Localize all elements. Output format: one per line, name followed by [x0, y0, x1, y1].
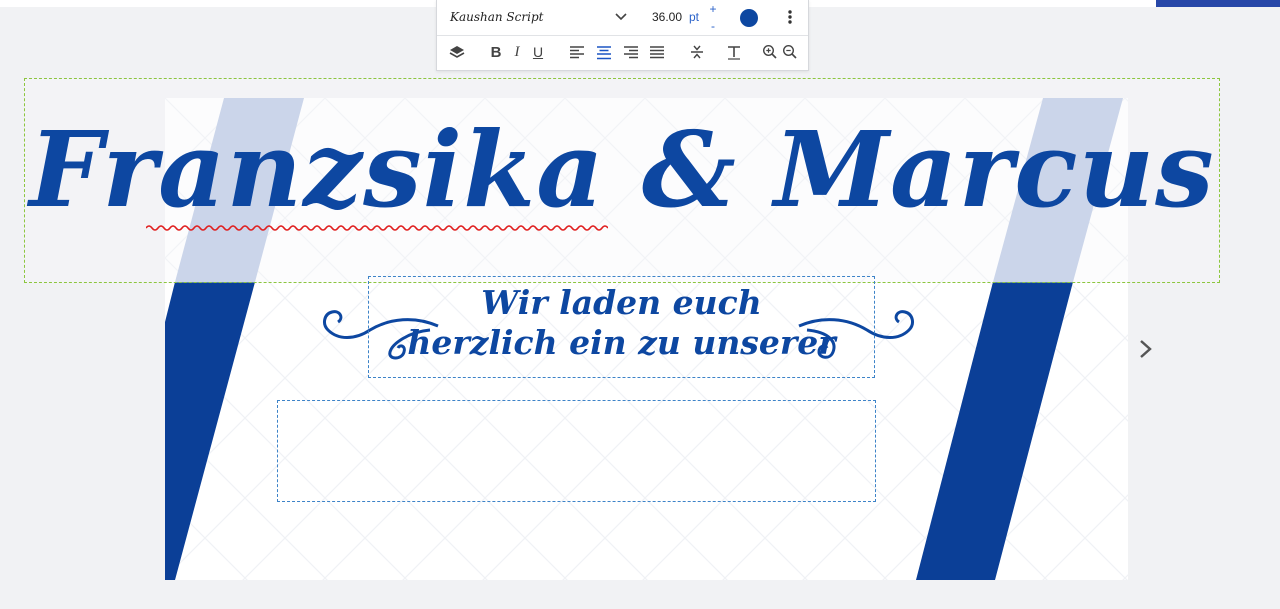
toolbar-row-format: B I U — [437, 35, 808, 70]
chevron-right-icon[interactable] — [1136, 338, 1156, 360]
font-size-unit: pt — [689, 10, 700, 24]
subtitle-line-2: herzlich ein zu unserer — [407, 323, 836, 362]
subtitle-line-1: Wir laden euch — [481, 283, 762, 322]
layers-icon[interactable] — [448, 43, 466, 61]
more-vertical-icon[interactable] — [783, 8, 797, 26]
font-family-select[interactable]: Kaushan Script — [450, 10, 543, 24]
zoom-in-icon[interactable] — [761, 43, 779, 61]
align-right-icon[interactable] — [622, 43, 640, 61]
font-size-decrease-button[interactable]: - — [707, 20, 719, 32]
line-spacing-icon[interactable] — [688, 43, 706, 61]
subtitle-text[interactable]: Wir laden euch herzlich ein zu unserer — [368, 283, 875, 363]
align-justify-icon[interactable] — [648, 43, 666, 61]
font-size-input[interactable]: 36.00 — [652, 10, 682, 24]
text-toolbar: Kaushan Script 36.00 pt + - B I U — [436, 0, 809, 71]
align-left-icon[interactable] — [568, 43, 586, 61]
font-size-increase-button[interactable]: + — [707, 3, 719, 15]
align-center-icon[interactable] — [595, 43, 613, 61]
italic-icon[interactable]: I — [508, 43, 526, 61]
headline-text[interactable]: Franzsika & Marcus — [24, 100, 1220, 240]
zoom-out-icon[interactable] — [781, 43, 799, 61]
toolbar-row-font: Kaushan Script 36.00 pt + - — [437, 0, 808, 36]
underline-icon[interactable]: U — [529, 43, 547, 61]
spellcheck-underline — [146, 225, 608, 231]
top-bar-accent[interactable] — [1156, 0, 1280, 7]
text-color-swatch[interactable] — [740, 9, 758, 27]
text-format-icon[interactable] — [725, 43, 743, 61]
body-textbox[interactable] — [277, 400, 876, 502]
bold-icon[interactable]: B — [487, 43, 505, 61]
chevron-down-icon[interactable] — [613, 8, 629, 24]
